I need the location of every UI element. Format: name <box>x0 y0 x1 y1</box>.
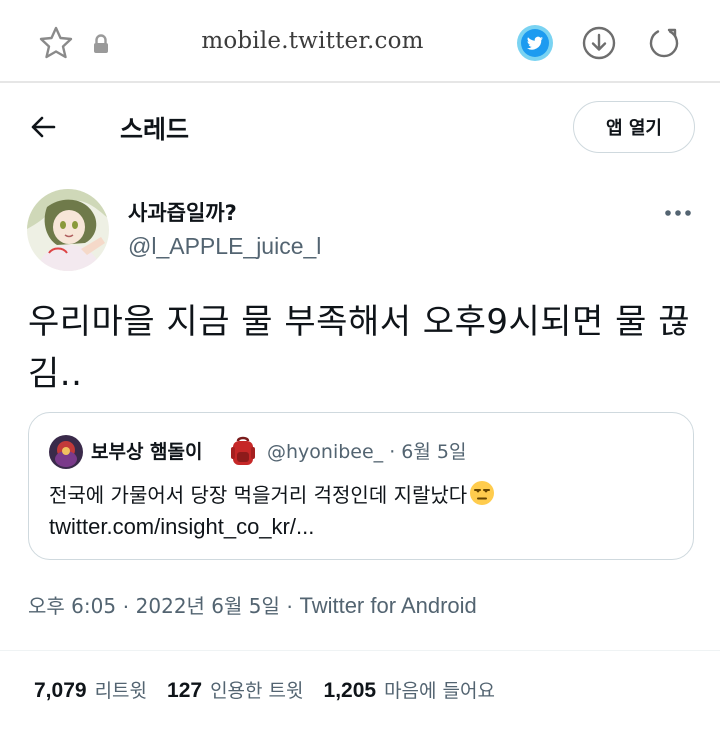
browser-address-bar: mobile.twitter.com <box>0 0 720 83</box>
divider <box>0 650 720 651</box>
tweet-stats: 7,079 리트윗 127 인용한 트윗 1,205 마음에 들어요 <box>34 676 515 703</box>
unamused-face-icon <box>470 481 495 505</box>
quote-display-name: 보부상 햄돌이 <box>91 441 203 463</box>
author-display-name[interactable]: 사과즙일까? <box>128 197 237 227</box>
likes-count: 1,205 <box>323 679 377 702</box>
tweet-timestamp: 오후 6:05 · 2022년 6월 5일 · Twitter for Andr… <box>28 590 477 619</box>
timestamp-separator-2: · <box>279 593 300 618</box>
likes-stat[interactable]: 1,205 마음에 들어요 <box>324 676 495 703</box>
back-arrow-icon[interactable] <box>30 114 56 140</box>
quote-handle: @hyonibee_ <box>267 441 384 463</box>
quotes-label: 인용한 트윗 <box>210 680 304 702</box>
quote-text: 전국에 가물어서 당장 먹을거리 걱정인데 지랄났다 <box>49 483 468 507</box>
tweet-source[interactable]: Twitter for Android <box>299 593 476 618</box>
quotes-count: 127 <box>167 679 203 702</box>
reload-icon[interactable] <box>647 26 681 60</box>
author-handle[interactable]: @l_APPLE_juice_l <box>128 233 321 260</box>
quoted-tweet-card[interactable]: 보부상 햄돌이 @hyonibee_ · 6월 5일 전국에 가물어서 당장 먹… <box>28 412 694 560</box>
likes-label: 마음에 들어요 <box>384 680 495 702</box>
retweets-label: 리트윗 <box>94 680 148 702</box>
url-text[interactable]: mobile.twitter.com <box>190 28 435 54</box>
page-title: 스레드 <box>120 115 190 144</box>
retweets-count: 7,079 <box>34 679 87 702</box>
avatar[interactable] <box>27 189 109 271</box>
download-icon[interactable] <box>582 26 616 60</box>
timestamp-separator: · <box>116 593 136 618</box>
timestamp-time[interactable]: 오후 6:05 <box>28 594 116 618</box>
bookmark-star-icon[interactable] <box>38 25 74 61</box>
quote-text-line: 전국에 가물어서 당장 먹을거리 걱정인데 지랄났다 <box>49 479 669 511</box>
quotes-stat[interactable]: 127 인용한 트윗 <box>167 676 304 703</box>
open-app-button[interactable]: 앱 열기 <box>573 101 695 153</box>
twitter-extension-icon[interactable] <box>516 24 554 62</box>
quote-avatar <box>49 435 83 469</box>
tweet-text: 우리마을 지금 물 부족해서 오후9시되면 물 끊김.. <box>28 302 691 394</box>
lock-icon <box>94 34 108 53</box>
timestamp-date[interactable]: 2022년 6월 5일 <box>136 594 280 618</box>
quote-meta: @hyonibee_ · 6월 5일 <box>267 437 466 464</box>
backpack-icon <box>231 436 255 465</box>
quote-date-separator: · <box>383 441 402 463</box>
more-options-icon[interactable] <box>664 206 692 220</box>
quote-link[interactable]: twitter.com/insight_co_kr/... <box>49 511 669 543</box>
quote-date: 6월 5일 <box>401 441 467 463</box>
quote-body: 전국에 가물어서 당장 먹을거리 걱정인데 지랄났다 twitter.com/i… <box>49 479 669 543</box>
retweets-stat[interactable]: 7,079 리트윗 <box>34 676 147 703</box>
